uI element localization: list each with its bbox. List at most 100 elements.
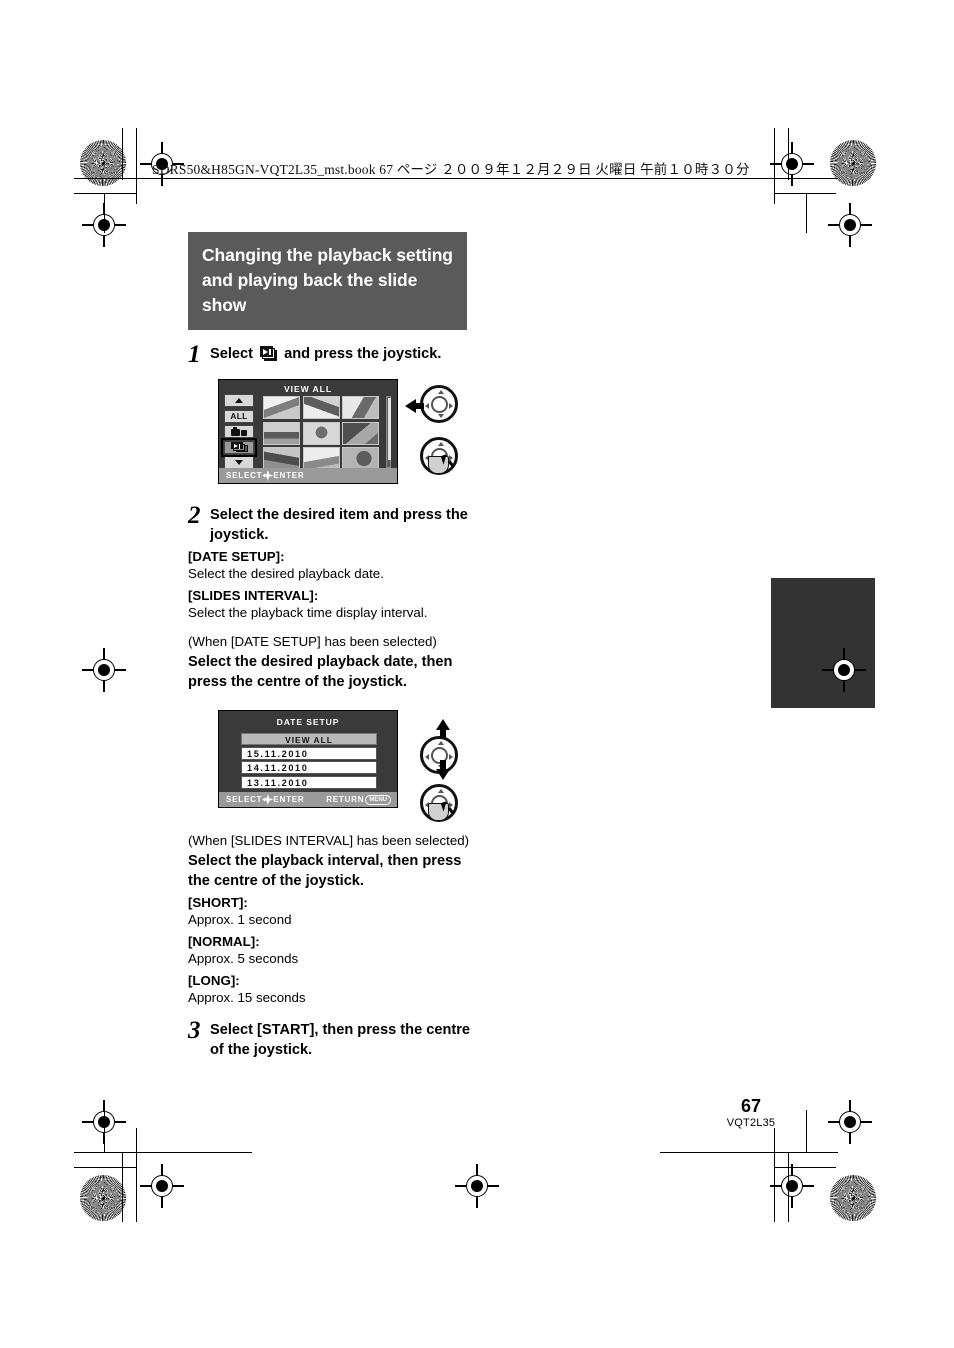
thumbnail-grid xyxy=(263,396,381,473)
registration-mark xyxy=(140,1164,184,1208)
print-starburst-mark xyxy=(80,1175,126,1221)
crop-line xyxy=(774,1128,776,1222)
crop-line xyxy=(104,193,106,233)
step-3-number: 3 xyxy=(188,1017,201,1044)
section-title: Changing the playback setting and playin… xyxy=(188,232,467,330)
joystick-left-icon xyxy=(405,385,458,423)
interval-case-condition: (When [SLIDES INTERVAL] has been selecte… xyxy=(188,833,470,848)
step-3-text: Select [START], then press the centre of… xyxy=(210,1022,471,1058)
main-content: Changing the playback setting and playin… xyxy=(188,232,478,1060)
screen-icon-rail: ALL xyxy=(221,394,258,472)
date-list-item[interactable]: 15.11.2010 xyxy=(241,746,377,760)
step-1-number: 1 xyxy=(188,341,201,368)
option-desc-normal: Approx. 5 seconds xyxy=(188,951,299,966)
thumbnail[interactable] xyxy=(342,421,379,445)
crop-line xyxy=(774,193,836,195)
date-case-instruction: Select the desired playback date, then p… xyxy=(188,654,453,690)
option-label-normal: [NORMAL]: xyxy=(188,934,260,949)
rail-item-slideshow[interactable] xyxy=(221,437,257,457)
screen-footer: SELECT ENTER xyxy=(219,468,397,483)
date-list-header: VIEW ALL xyxy=(241,733,377,745)
screen-footer: SELECT ENTER RETURN MENU xyxy=(219,792,397,807)
arrow-down-icon xyxy=(235,460,243,465)
figure-date-setup: DATE SETUP VIEW ALL 15.11.2010 14.11.201… xyxy=(188,710,478,822)
dpad-icon xyxy=(262,470,273,481)
thumbnail-row xyxy=(263,396,381,419)
thumbnail[interactable] xyxy=(342,447,379,470)
slideshow-icon xyxy=(260,346,278,361)
rail-item-scroll-up[interactable] xyxy=(224,394,254,407)
dpad-icon xyxy=(262,794,273,805)
crop-line xyxy=(74,1167,136,1169)
item-label-date-setup: [DATE SETUP]: xyxy=(188,549,285,564)
joystick-press-icon xyxy=(420,437,458,475)
step-1-text-after: and press the joystick. xyxy=(284,346,442,362)
footer-return-label: RETURN xyxy=(326,795,365,804)
screen-title: VIEW ALL xyxy=(284,384,332,394)
item-label-slides-interval: [SLIDES INTERVAL]: xyxy=(188,588,319,603)
screen-title: DATE SETUP xyxy=(276,717,340,727)
date-list: VIEW ALL 15.11.2010 14.11.2010 13.11.201… xyxy=(241,733,377,789)
joystick-hints-date-setup xyxy=(410,714,470,822)
step-2-number: 2 xyxy=(188,502,201,529)
thumbnail[interactable] xyxy=(263,447,300,470)
interval-case-instruction: Select the playback interval, then press… xyxy=(188,853,462,889)
crop-line xyxy=(806,1110,808,1152)
joystick-up-down-icon xyxy=(420,719,458,780)
date-list-item[interactable]: 14.11.2010 xyxy=(241,761,377,774)
page-footer: 67 VQT2L35 xyxy=(716,1096,786,1130)
screen-scrollbar[interactable] xyxy=(386,396,391,468)
running-head: SDRS50&H85GN-VQT2L35_mst.book 67 ページ ２００… xyxy=(152,162,750,177)
crop-line xyxy=(136,128,138,204)
thumbnail[interactable] xyxy=(263,421,300,445)
crop-line xyxy=(104,1110,106,1152)
crop-line xyxy=(660,1152,838,1154)
crop-line xyxy=(122,1152,124,1222)
joystick-press-icon xyxy=(420,784,458,822)
item-desc-date-setup: Select the desired playback date. xyxy=(188,566,384,581)
thumbnail-row xyxy=(263,421,381,445)
print-starburst-mark xyxy=(830,1175,876,1221)
footer-select-label: SELECT xyxy=(226,471,263,480)
running-head-rule xyxy=(152,178,758,180)
option-label-short: [SHORT]: xyxy=(188,895,248,910)
footer-return: RETURN MENU xyxy=(326,794,391,805)
step-1: 1 Select and press the joystick. xyxy=(188,341,478,368)
arrow-up-icon xyxy=(235,398,243,403)
thumbnail-row xyxy=(263,447,381,470)
document-page: SDRS50&H85GN-VQT2L35_mst.book 67 ページ ２００… xyxy=(0,0,954,1348)
doc-code: VQT2L35 xyxy=(726,1117,776,1129)
thumbnail[interactable] xyxy=(263,396,300,419)
date-list-item[interactable]: 13.11.2010 xyxy=(241,775,377,789)
footer-enter-label: ENTER xyxy=(273,795,305,804)
footer-select-label: SELECT xyxy=(226,795,263,804)
option-label-long: [LONG]: xyxy=(188,973,240,988)
thumbnail[interactable] xyxy=(342,396,379,419)
option-desc-short: Approx. 1 second xyxy=(188,912,292,927)
step-2: 2 Select the desired item and press the … xyxy=(188,502,478,545)
slideshow-icon xyxy=(230,442,248,452)
step-3: 3 Select [START], then press the centre … xyxy=(188,1017,478,1060)
page-number: 67 xyxy=(740,1096,762,1116)
menu-button-icon: MENU xyxy=(365,794,391,805)
camera-icon xyxy=(231,427,247,436)
step-1-text: Select and press the joystick. xyxy=(210,344,441,364)
joystick-hints-view-all xyxy=(405,383,470,487)
rail-item-photo[interactable] xyxy=(224,425,254,438)
device-screen-date-setup: DATE SETUP VIEW ALL 15.11.2010 14.11.201… xyxy=(218,710,398,808)
registration-mark xyxy=(828,203,872,247)
step-1-text-before: Select xyxy=(210,346,253,362)
crop-line xyxy=(806,193,808,233)
item-desc-slides-interval: Select the playback time display interva… xyxy=(188,605,428,620)
crop-line xyxy=(788,1152,790,1222)
registration-mark xyxy=(770,1164,814,1208)
thumbnail[interactable] xyxy=(302,421,340,445)
rail-item-all[interactable]: ALL xyxy=(224,409,254,423)
thumbnail[interactable] xyxy=(302,447,340,470)
thumbnail[interactable] xyxy=(302,396,340,419)
crop-line xyxy=(74,1152,252,1154)
crop-line xyxy=(136,1128,138,1222)
registration-mark xyxy=(828,1100,872,1144)
crop-line xyxy=(774,1167,836,1169)
registration-mark xyxy=(822,648,866,692)
